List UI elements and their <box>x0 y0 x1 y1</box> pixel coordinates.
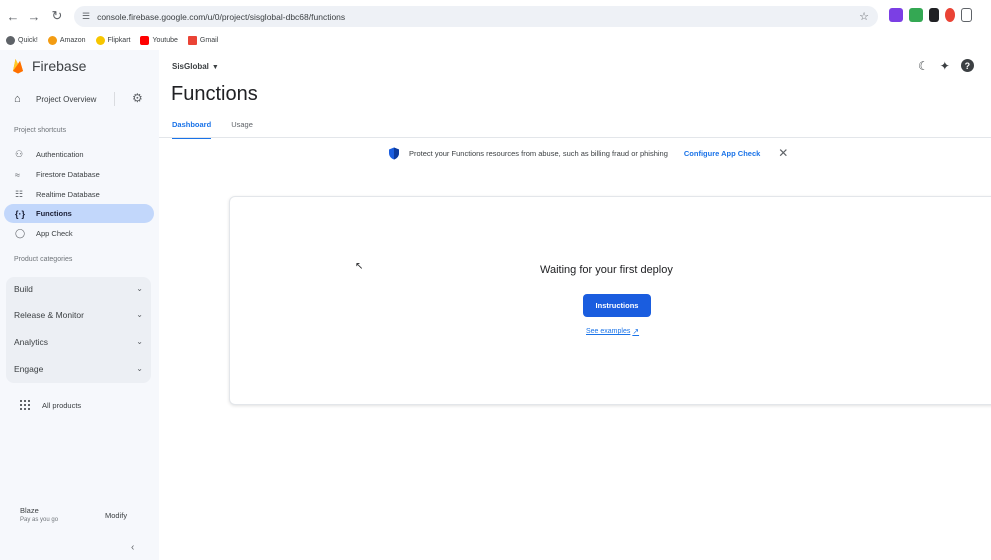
bookmark-gmail[interactable]: Gmail <box>187 36 219 45</box>
sidebar-item-label: Authentication <box>36 150 84 159</box>
shield-icon <box>389 147 399 159</box>
close-icon[interactable]: ✕ <box>778 146 788 160</box>
sidebar-item-label: Functions <box>36 209 72 218</box>
category-analytics[interactable]: Analytics ⌄ <box>14 337 151 347</box>
bookmark-label: Quick! <box>18 37 38 44</box>
sidebar-item-app-check[interactable]: ◯ App Check <box>4 224 154 243</box>
extensions-puzzle-icon[interactable] <box>961 8 972 22</box>
product-categories: Build ⌄ Release & Monitor ⌄ Analytics ⌄ … <box>6 277 151 383</box>
firestore-icon: ≈ <box>15 169 20 180</box>
sidebar-item-realtime-database[interactable]: ☷ Realtime Database <box>4 185 154 204</box>
chevron-down-icon: ⌄ <box>136 284 143 293</box>
bookmark-star-icon[interactable]: ☆ <box>859 10 869 23</box>
sidebar-item-functions[interactable]: {·} Functions <box>4 204 154 223</box>
bookmark-favicon-icon <box>6 36 15 45</box>
bookmark-amazon[interactable]: Amazon <box>47 36 86 45</box>
categories-title: Product categories <box>14 256 73 263</box>
category-build[interactable]: Build ⌄ <box>14 284 151 294</box>
shortcuts-title: Project shortcuts <box>14 127 67 134</box>
extensions-area <box>889 8 972 22</box>
functions-icon: {·} <box>15 208 26 219</box>
category-label: Analytics <box>14 337 49 347</box>
logo-text: Firebase <box>32 58 87 74</box>
empty-state-title: Waiting for your first deploy <box>540 264 673 276</box>
billing-plan: Blaze Pay as you go <box>20 506 58 523</box>
people-icon: ⚇ <box>15 149 24 159</box>
sidebar: Firebase ⌂ Project Overview ⚙ Project sh… <box>0 50 159 560</box>
project-name: SisGlobal <box>172 62 209 71</box>
url-text: console.firebase.google.com/u/0/project/… <box>97 11 346 22</box>
banner-text: Protect your Functions resources from ab… <box>409 148 668 158</box>
category-label: Release & Monitor <box>14 310 84 320</box>
plan-name: Blaze <box>20 506 39 515</box>
header-actions: ☾ ✦ ? <box>918 59 974 73</box>
back-icon[interactable]: ← <box>2 5 24 27</box>
bookmark-label: Amazon <box>59 37 86 44</box>
bookmark-label: Youtube <box>152 37 178 44</box>
site-settings-icon[interactable]: ☰ <box>82 11 90 22</box>
shield-check-icon: ◯ <box>15 228 26 238</box>
all-products-link[interactable]: All products <box>20 400 81 410</box>
chevron-down-icon: ⌄ <box>136 337 143 346</box>
help-icon[interactable]: ? <box>960 59 974 72</box>
instructions-button[interactable]: Instructions <box>583 294 651 317</box>
plan-subtitle: Pay as you go <box>20 517 59 523</box>
project-overview-label: Project Overview <box>36 94 97 104</box>
app-check-banner: Protect your Functions resources from ab… <box>388 146 788 160</box>
extension-icon[interactable] <box>945 8 955 22</box>
see-examples-label: See examples <box>586 328 631 335</box>
bookmark-favicon-icon <box>95 36 105 45</box>
category-engage[interactable]: Engage ⌄ <box>14 364 151 374</box>
gear-icon[interactable]: ⚙ <box>132 91 143 105</box>
project-selector[interactable]: SisGlobal ▼ <box>172 62 219 71</box>
see-examples-link[interactable]: See examples ↗ <box>586 327 639 336</box>
page-title: Functions <box>171 83 258 105</box>
tabs-divider <box>159 137 991 138</box>
sidebar-item-label: App Check <box>36 229 73 238</box>
extension-icon[interactable] <box>889 8 903 22</box>
bookmark-label: Gmail <box>199 37 219 44</box>
sparkle-icon[interactable]: ✦ <box>940 59 950 73</box>
forward-icon[interactable]: → <box>23 5 45 27</box>
extension-icon[interactable] <box>909 8 923 22</box>
address-bar[interactable]: ☰ console.firebase.google.com/u/0/projec… <box>74 6 878 27</box>
bookmark-favicon-icon <box>47 36 57 45</box>
chevron-down-icon: ⌄ <box>136 310 143 319</box>
firebase-logo[interactable]: Firebase <box>12 58 86 74</box>
firebase-flame-icon <box>13 59 23 74</box>
chevron-down-icon: ⌄ <box>136 364 143 373</box>
category-label: Engage <box>14 364 44 374</box>
caret-down-icon: ▼ <box>211 64 219 71</box>
category-label: Build <box>14 284 33 294</box>
home-icon: ⌂ <box>14 93 21 105</box>
pen-extension-icon[interactable] <box>929 8 939 22</box>
apps-grid-icon <box>20 400 30 410</box>
bookmark-favicon-icon <box>140 36 150 45</box>
sidebar-item-label: Realtime Database <box>36 190 100 199</box>
bookmark-quick[interactable]: Quick! <box>6 36 38 45</box>
project-overview-link[interactable]: ⌂ Project Overview ⚙ <box>14 91 154 105</box>
sidebar-item-label: Firestore Database <box>36 170 100 179</box>
all-products-label: All products <box>42 400 82 410</box>
external-link-icon: ↗ <box>632 327 640 336</box>
category-release-monitor[interactable]: Release & Monitor ⌄ <box>14 310 151 320</box>
configure-app-check-link[interactable]: Configure App Check <box>684 149 760 158</box>
database-icon: ☷ <box>15 189 24 199</box>
divider <box>114 92 115 106</box>
modify-plan-button[interactable]: Modify <box>105 511 127 520</box>
mouse-cursor-icon: ↖ <box>355 261 364 272</box>
bookmark-label: Flipkart <box>107 37 131 44</box>
bookmarks-bar: Quick! Amazon Flipkart Youtube Gmail <box>0 32 991 49</box>
sidebar-item-authentication[interactable]: ⚇ Authentication <box>4 145 154 164</box>
bookmark-favicon-icon <box>187 36 197 45</box>
dark-mode-icon[interactable]: ☾ <box>918 59 929 73</box>
bookmark-youtube[interactable]: Youtube <box>140 36 178 45</box>
collapse-sidebar-icon[interactable]: ‹ <box>131 542 134 553</box>
reload-icon[interactable]: ↻ <box>46 5 68 27</box>
browser-toolbar: ← → ↻ ☰ console.firebase.google.com/u/0/… <box>0 0 991 32</box>
bookmark-flipkart[interactable]: Flipkart <box>95 36 131 45</box>
sidebar-item-firestore[interactable]: ≈ Firestore Database <box>4 165 154 184</box>
